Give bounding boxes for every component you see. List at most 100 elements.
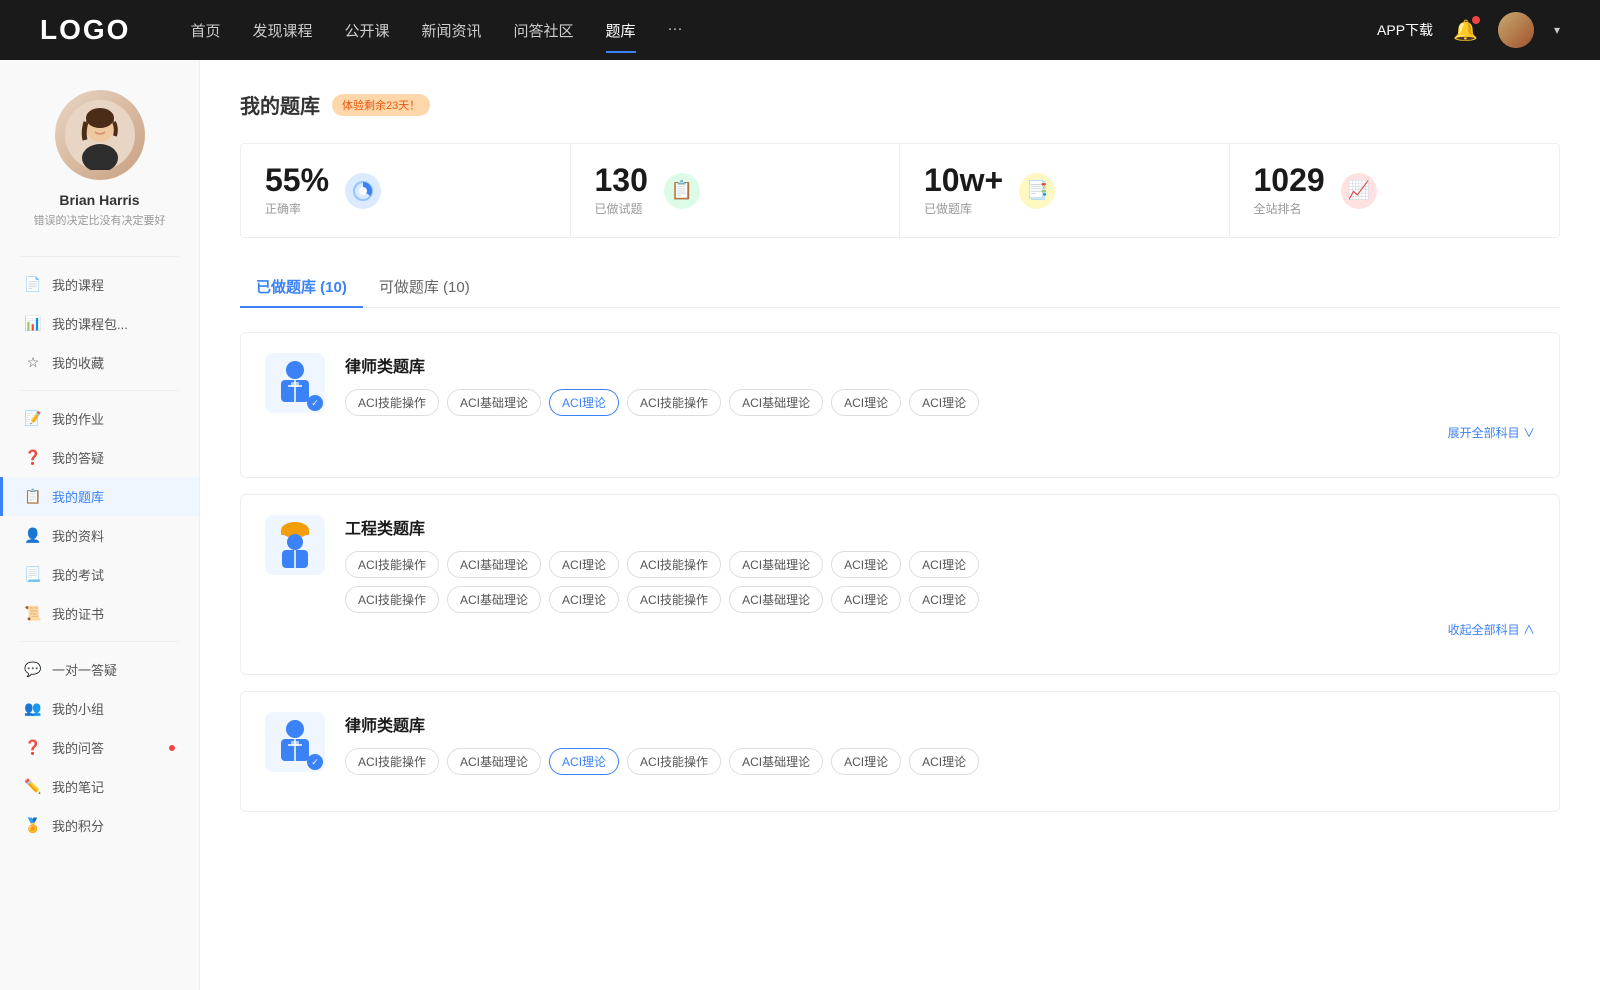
sidebar-item-profile[interactable]: 👤 我的资料 [0, 516, 199, 555]
stat-accuracy-value: 55% [265, 164, 329, 196]
nav-home[interactable]: 首页 [190, 16, 220, 45]
tag-eng-aci-basic-1[interactable]: ACI理论 [549, 551, 619, 578]
sidebar-profile: Brian Harris 错误的决定比没有决定要好 [0, 90, 199, 248]
app-download-button[interactable]: APP下载 [1377, 20, 1433, 40]
sidebar-item-questions[interactable]: ❓ 我的问答 [0, 728, 199, 767]
certificate-icon: 📜 [24, 605, 42, 622]
questions-icon-glyph: 📋 [671, 180, 693, 201]
rank-icon-glyph: 📈 [1347, 180, 1369, 201]
avatar[interactable] [1498, 12, 1534, 48]
qbank-header-lawyer-2: ✓ 律师类题库 ACI技能操作 ACI基础理论 ACI理论 ACI技能操作 AC… [265, 712, 1535, 775]
tag-law2-aci-basic-active[interactable]: ACI理论 [549, 748, 619, 775]
myqa-label: 我的答疑 [52, 448, 104, 467]
main-nav: 首页 发现课程 公开课 新闻资讯 问答社区 题库 ··· [190, 16, 1377, 45]
sidebar-item-notes[interactable]: ✏️ 我的笔记 [0, 767, 199, 806]
tag-aci-skill-1[interactable]: ACI技能操作 [345, 389, 439, 416]
group-icon: 👥 [24, 700, 42, 717]
tag-eng-aci-basic-2[interactable]: ACI理论 [831, 551, 901, 578]
tag-aci-basic-2[interactable]: ACI理论 [831, 389, 901, 416]
sidebar-item-favorites[interactable]: ☆ 我的收藏 [0, 343, 199, 382]
stat-accuracy-text: 55% 正确率 [265, 164, 329, 217]
qbank-check-lawyer-1: ✓ [307, 395, 323, 411]
profile-icon: 👤 [24, 527, 42, 544]
sidebar-item-1on1[interactable]: 💬 一对一答疑 [0, 650, 199, 689]
tag-eng-aci-theory-2[interactable]: ACI基础理论 [729, 551, 823, 578]
qbank-content-lawyer-2: 律师类题库 ACI技能操作 ACI基础理论 ACI理论 ACI技能操作 ACI基… [345, 712, 1535, 775]
homework-label: 我的作业 [52, 409, 104, 428]
tag-law2-aci-theory-1[interactable]: ACI基础理论 [447, 748, 541, 775]
nav-opencourse[interactable]: 公开课 [344, 16, 389, 45]
tag-aci-basic-active[interactable]: ACI理论 [549, 389, 619, 416]
stat-banks: 10w+ 已做题库 📑 [900, 144, 1230, 237]
tag-aci-theory-1[interactable]: ACI基础理论 [447, 389, 541, 416]
points-label: 我的积分 [52, 816, 104, 835]
tag-law2-aci-basic-3[interactable]: ACI理论 [909, 748, 979, 775]
tag-eng-aci-theory-1[interactable]: ACI基础理论 [447, 551, 541, 578]
tag-eng2-aci-theory-2[interactable]: ACI基础理论 [729, 586, 823, 613]
tag-law2-aci-skill-1[interactable]: ACI技能操作 [345, 748, 439, 775]
stat-banks-label: 已做题库 [924, 200, 1003, 217]
stat-questions: 130 已做试题 📋 [571, 144, 901, 237]
sidebar-item-mycourse[interactable]: 📄 我的课程 [0, 265, 199, 304]
logo: LOGO [40, 14, 130, 46]
notification-bell[interactable]: 🔔 [1453, 18, 1478, 43]
profile-dropdown-arrow[interactable]: ▾ [1554, 23, 1560, 37]
tag-law2-aci-skill-2[interactable]: ACI技能操作 [627, 748, 721, 775]
accuracy-chart-icon [352, 180, 374, 202]
coursepack-label: 我的课程包... [52, 314, 128, 333]
tag-law2-aci-theory-2[interactable]: ACI基础理论 [729, 748, 823, 775]
qbank-title-engineer: 工程类题库 [345, 515, 1535, 539]
tag-aci-skill-2[interactable]: ACI技能操作 [627, 389, 721, 416]
tag-aci-theory-2[interactable]: ACI基础理论 [729, 389, 823, 416]
group-label: 我的小组 [52, 699, 104, 718]
nav-qbank[interactable]: 题库 [606, 16, 636, 45]
sidebar-item-group[interactable]: 👥 我的小组 [0, 689, 199, 728]
tab-done[interactable]: 已做题库 (10) [240, 266, 363, 307]
tag-eng2-aci-skill-2[interactable]: ACI技能操作 [627, 586, 721, 613]
tag-eng2-aci-skill-1[interactable]: ACI技能操作 [345, 586, 439, 613]
qbank-expand-lawyer-1[interactable]: 展开全部科目 ∨ [345, 424, 1535, 441]
qbank-collapse-engineer[interactable]: 收起全部科目 ∧ [345, 621, 1535, 638]
tag-eng2-aci-basic-2[interactable]: ACI理论 [831, 586, 901, 613]
tag-eng-aci-skill-2[interactable]: ACI技能操作 [627, 551, 721, 578]
tag-eng-aci-skill-1[interactable]: ACI技能操作 [345, 551, 439, 578]
qbank-item-lawyer-1: ✓ 律师类题库 ACI技能操作 ACI基础理论 ACI理论 ACI技能操作 AC… [240, 332, 1560, 478]
stat-banks-value: 10w+ [924, 164, 1003, 196]
tag-eng2-aci-basic-1[interactable]: ACI理论 [549, 586, 619, 613]
1on1-icon: 💬 [24, 661, 42, 678]
main-content: 我的题库 体验剩余23天！ 55% 正确率 [200, 60, 1600, 990]
sidebar-username: Brian Harris [20, 192, 179, 208]
nav-qa[interactable]: 问答社区 [514, 16, 574, 45]
stat-rank-text: 1029 全站排名 [1254, 164, 1325, 217]
tag-aci-basic-3[interactable]: ACI理论 [909, 389, 979, 416]
page-title-row: 我的题库 体验剩余23天！ [240, 90, 1560, 119]
tag-eng2-aci-theory-1[interactable]: ACI基础理论 [447, 586, 541, 613]
tag-eng2-aci-basic-3[interactable]: ACI理论 [909, 586, 979, 613]
qbank-title-lawyer-2: 律师类题库 [345, 712, 1535, 736]
qbank-icon-engineer [265, 515, 325, 575]
exam-label: 我的考试 [52, 565, 104, 584]
sidebar-item-certificate[interactable]: 📜 我的证书 [0, 594, 199, 633]
nav-discover[interactable]: 发现课程 [252, 16, 312, 45]
sidebar-item-qbank[interactable]: 📋 我的题库 [0, 477, 199, 516]
sidebar-item-homework[interactable]: 📝 我的作业 [0, 399, 199, 438]
tag-law2-aci-basic-2[interactable]: ACI理论 [831, 748, 901, 775]
stat-questions-icon: 📋 [664, 173, 700, 209]
stat-rank-icon: 📈 [1341, 173, 1377, 209]
exam-icon: 📃 [24, 566, 42, 583]
qbank-header-engineer: 工程类题库 ACI技能操作 ACI基础理论 ACI理论 ACI技能操作 ACI基… [265, 515, 1535, 638]
avatar-image [1498, 12, 1534, 48]
notes-label: 我的笔记 [52, 777, 104, 796]
stat-questions-label: 已做试题 [595, 200, 648, 217]
sidebar: Brian Harris 错误的决定比没有决定要好 📄 我的课程 📊 我的课程包… [0, 60, 200, 990]
sidebar-item-points[interactable]: 🏅 我的积分 [0, 806, 199, 845]
coursepack-icon: 📊 [24, 315, 42, 332]
favorites-label: 我的收藏 [52, 353, 104, 372]
sidebar-item-coursepack[interactable]: 📊 我的课程包... [0, 304, 199, 343]
tag-eng-aci-basic-3[interactable]: ACI理论 [909, 551, 979, 578]
nav-news[interactable]: 新闻资讯 [422, 16, 482, 45]
sidebar-item-myqa[interactable]: ❓ 我的答疑 [0, 438, 199, 477]
sidebar-item-exam[interactable]: 📃 我的考试 [0, 555, 199, 594]
nav-more[interactable]: ··· [668, 16, 683, 45]
tab-available[interactable]: 可做题库 (10) [363, 266, 486, 307]
